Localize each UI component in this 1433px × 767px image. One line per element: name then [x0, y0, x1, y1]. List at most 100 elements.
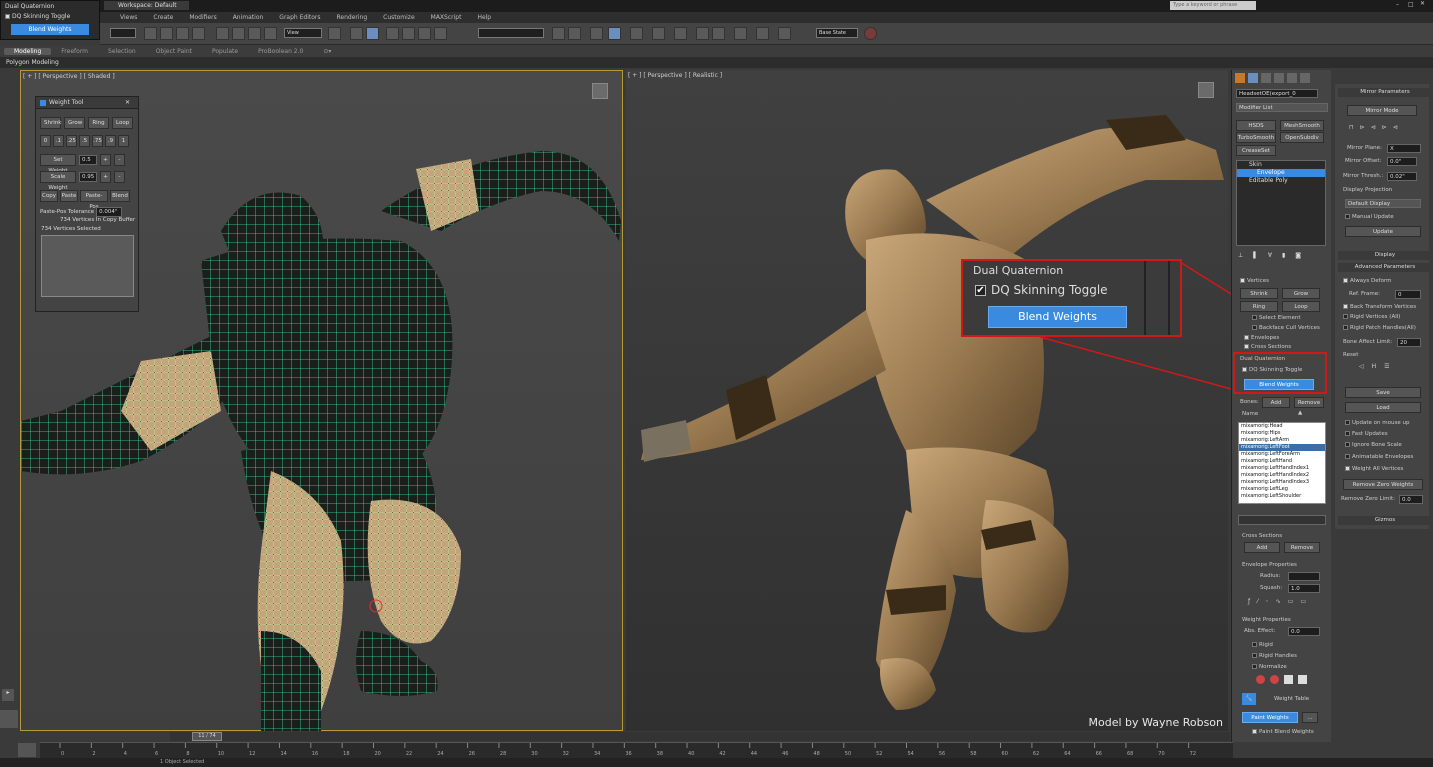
paste-blue-to-green-icon[interactable]: ⊲	[1371, 124, 1376, 131]
show-end-result-icon[interactable]: ▌	[1253, 252, 1258, 259]
checkbox-icon[interactable]	[1345, 442, 1350, 447]
list-item[interactable]: mixamorig:LeftLeg	[1239, 486, 1325, 493]
list-item[interactable]: mixamorig:LeftHand	[1239, 458, 1325, 465]
select-element-checkbox[interactable]: Select Element	[1252, 315, 1301, 321]
mirror-offset-spinner[interactable]: 0.0"	[1387, 157, 1417, 166]
play-icon[interactable]: ▸	[2, 689, 14, 701]
checkbox-icon[interactable]	[1252, 315, 1257, 320]
list-item[interactable]: mixamorig:Head	[1239, 423, 1325, 430]
squash-spinner[interactable]: 1.0	[1288, 584, 1320, 593]
reset-bone-icon[interactable]: H	[1372, 363, 1377, 370]
gizmos-rollout[interactable]: Gizmos	[1338, 516, 1432, 525]
checkbox-icon[interactable]	[1345, 431, 1350, 436]
viewport-layout-icon[interactable]	[0, 710, 18, 728]
stack-item-skin[interactable]: Skin	[1237, 161, 1325, 169]
mini-curve-editor-icon[interactable]	[18, 743, 36, 757]
checkbox-icon[interactable]	[1343, 278, 1348, 283]
turbosmooth-button[interactable]: TurboSmooth	[1236, 132, 1276, 143]
reset-all-bones-icon[interactable]: ☰	[1384, 363, 1389, 370]
back-transform-checkbox[interactable]: Back Transform Vertices	[1343, 304, 1416, 310]
manual-update-checkbox[interactable]: Manual Update	[1345, 214, 1394, 220]
modifier-stack[interactable]: Skin Envelope Editable Poly	[1236, 160, 1326, 246]
list-item[interactable]: mixamorig:LeftShoulder	[1239, 493, 1325, 500]
radius-spinner[interactable]	[1288, 572, 1320, 581]
list-item[interactable]: mixamorig:LeftHandIndex1	[1239, 465, 1325, 472]
bones-list-scrollbar[interactable]	[1238, 515, 1326, 525]
advanced-parameters-rollout[interactable]: Advanced Parameters	[1338, 263, 1432, 272]
checkbox-icon[interactable]	[1252, 653, 1257, 658]
mirror-mode-button[interactable]: Mirror Mode	[1347, 105, 1417, 116]
creaseset-button[interactable]: CreaseSet	[1236, 145, 1276, 156]
sort-icon[interactable]: ▲	[1298, 410, 1302, 416]
cross-add-button[interactable]: Add	[1244, 542, 1280, 553]
rigid-handles-checkbox[interactable]: Rigid Handles	[1252, 653, 1297, 659]
create-tab-icon[interactable]	[1235, 73, 1245, 83]
bone-affect-spinner[interactable]: 20	[1397, 338, 1421, 347]
always-deform-checkbox[interactable]: Always Deform	[1343, 278, 1391, 284]
object-name-field[interactable]: HeadsetOE(export_0	[1236, 89, 1318, 98]
checkbox-icon[interactable]	[1343, 304, 1348, 309]
bake-weights-icon[interactable]	[1298, 675, 1307, 684]
select-grow-button[interactable]: Grow	[1282, 288, 1320, 299]
paint-blend-checkbox[interactable]: Paint Blend Weights	[1252, 729, 1314, 735]
meshsmooth-button[interactable]: MeshSmooth	[1280, 120, 1324, 131]
display-rollout[interactable]: Display	[1338, 251, 1432, 260]
vertices-checkbox[interactable]: Vertices	[1240, 278, 1269, 284]
falloff-icon[interactable]: ∿	[1276, 598, 1281, 605]
update-button[interactable]: Update	[1345, 226, 1421, 237]
cross-sections-checkbox[interactable]: Cross Sections	[1244, 344, 1291, 350]
cross-remove-button[interactable]: Remove	[1284, 542, 1320, 553]
checkbox-icon[interactable]	[1252, 642, 1257, 647]
paste-green-to-blue-verts-icon[interactable]: ⊳	[1382, 124, 1387, 131]
utilities-tab-icon[interactable]	[1300, 73, 1310, 83]
save-button[interactable]: Save	[1345, 387, 1421, 398]
mirror-plane-dropdown[interactable]: X	[1387, 144, 1421, 153]
paste-blue-to-green-verts-icon[interactable]: ⊲	[1393, 124, 1398, 131]
hsds-button[interactable]: HSDS	[1236, 120, 1276, 131]
checkbox-icon[interactable]	[1252, 729, 1257, 734]
mirror-parameters-rollout[interactable]: Mirror Parameters	[1338, 88, 1432, 97]
ref-frame-spinner[interactable]: 0	[1395, 290, 1421, 299]
configure-sets-icon[interactable]: ◙	[1295, 252, 1301, 259]
rigid-patch-checkbox[interactable]: Rigid Patch Handles(All)	[1343, 325, 1416, 331]
relative-icon[interactable]: ⁄	[1257, 598, 1258, 605]
weight-all-vertices-checkbox[interactable]: Weight All Vertices	[1345, 466, 1403, 472]
exclude-verts-icon[interactable]	[1256, 675, 1265, 684]
select-loop-button[interactable]: Loop	[1282, 301, 1320, 312]
paste-envelope-icon[interactable]: ▭	[1300, 598, 1306, 605]
absolute-icon[interactable]: ƒ	[1248, 598, 1250, 605]
list-item[interactable]: mixamorig:LeftFoot	[1239, 444, 1325, 451]
checkbox-icon[interactable]	[1343, 314, 1348, 319]
list-item[interactable]: mixamorig:LeftForeArm	[1239, 451, 1325, 458]
add-bone-button[interactable]: Add	[1262, 397, 1290, 408]
display-tab-icon[interactable]	[1287, 73, 1297, 83]
stack-item-editable-poly[interactable]: Editable Poly	[1237, 177, 1325, 185]
checkbox-icon[interactable]	[1345, 466, 1350, 471]
bones-list[interactable]: mixamorig:Head mixamorig:Hips mixamorig:…	[1238, 422, 1326, 504]
mirror-paste-icon[interactable]: ⊓	[1349, 124, 1354, 131]
list-item[interactable]: mixamorig:LeftArm	[1239, 437, 1325, 444]
paste-green-to-blue-icon[interactable]: ⊳	[1360, 124, 1365, 131]
make-unique-icon[interactable]: ∀	[1268, 252, 1272, 259]
rigid-vertices-checkbox[interactable]: Rigid Vertices (All)	[1343, 314, 1400, 320]
include-verts-icon[interactable]	[1270, 675, 1279, 684]
modify-tab-icon[interactable]	[1248, 73, 1258, 83]
time-slider-thumb[interactable]: 11 / 74	[192, 732, 222, 741]
pin-stack-icon[interactable]: ⊥	[1238, 252, 1243, 259]
stack-item-envelope[interactable]: Envelope	[1237, 169, 1325, 177]
checkbox-icon[interactable]	[1252, 325, 1257, 330]
select-excluded-icon[interactable]	[1284, 675, 1293, 684]
hierarchy-tab-icon[interactable]	[1261, 73, 1271, 83]
time-slider-track[interactable]	[170, 732, 1230, 741]
display-projection-dropdown[interactable]: Default Display	[1345, 199, 1421, 208]
checkbox-icon[interactable]	[1244, 344, 1249, 349]
envelope-visible-icon[interactable]: ◦	[1265, 598, 1269, 605]
checkbox-icon[interactable]	[1343, 325, 1348, 330]
weight-tool-icon[interactable]: 🔧	[1242, 693, 1256, 705]
checkbox-icon[interactable]	[1244, 335, 1249, 340]
backface-checkbox[interactable]: Backface Cull Vertices	[1252, 325, 1320, 331]
checkbox-icon[interactable]	[1345, 454, 1350, 459]
weight-table-button[interactable]: Weight Table	[1274, 696, 1309, 702]
modifier-list-dropdown[interactable]: Modifier List	[1236, 103, 1328, 112]
remove-zero-weights-button[interactable]: Remove Zero Weights	[1343, 479, 1423, 490]
